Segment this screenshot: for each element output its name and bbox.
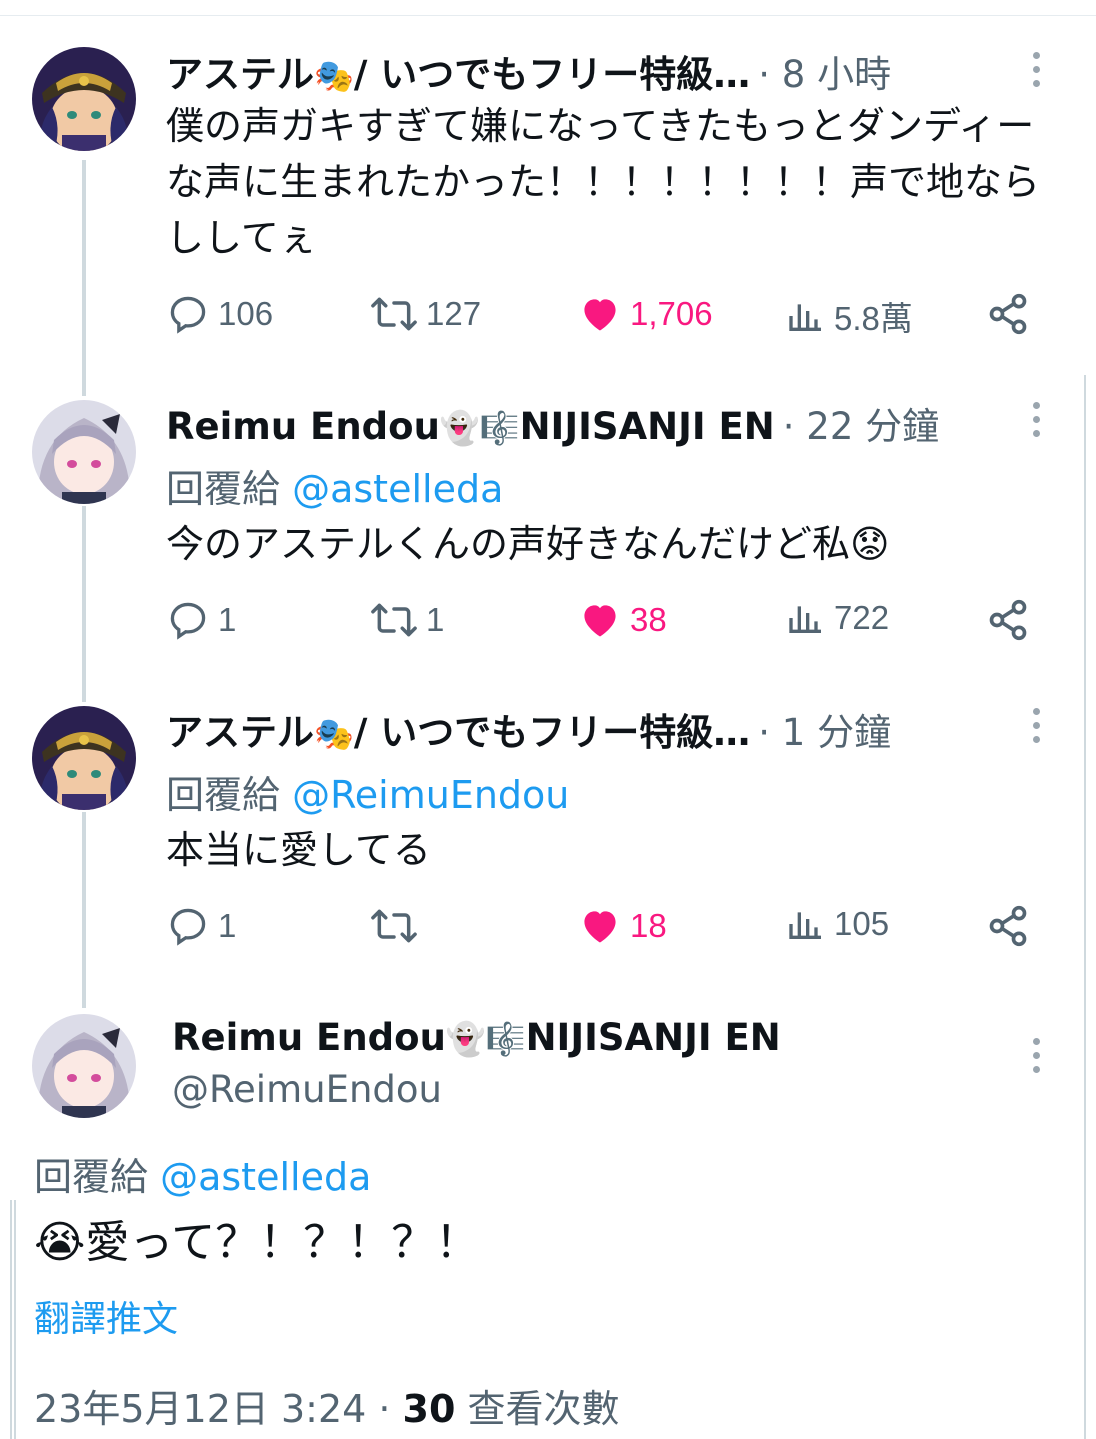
reply-icon xyxy=(170,602,206,640)
retweet-icon xyxy=(371,603,417,637)
views-icon xyxy=(789,606,821,633)
share-button[interactable] xyxy=(986,904,1030,948)
like-button[interactable]: 38 xyxy=(578,598,667,642)
reply-button[interactable]: 1 xyxy=(166,598,236,642)
retweet-button[interactable]: 127 xyxy=(370,292,481,336)
reply-to: 回覆給 @astelleda xyxy=(166,458,503,513)
tweet[interactable]: アステル 🎭 / いつでもフリー特級… · 8 小時 僕の声ガキすぎて嫌になって… xyxy=(0,0,1080,370)
reply-prefix: 回覆給 xyxy=(166,773,293,817)
share-button[interactable] xyxy=(986,292,1030,336)
author-handle[interactable]: @ReimuEndou xyxy=(172,1068,442,1111)
tweet-text: 僕の声ガキすぎて嫌になってきたもっとダンディーな声に生まれたかった！！！！！！！… xyxy=(166,104,1041,260)
tweet-text: 今のアステルくんの声好きなんだけど私😟 xyxy=(166,522,890,566)
reply-prefix: 回覆給 xyxy=(166,467,293,511)
retweet-button[interactable] xyxy=(370,904,426,948)
views-count: 5.8萬 xyxy=(834,300,913,337)
mention-link[interactable]: @astelleda xyxy=(160,1155,371,1199)
author-name[interactable]: Reimu Endou xyxy=(166,405,440,448)
reply-count: 1 xyxy=(218,601,237,638)
timestamp[interactable]: · 1 分鐘 xyxy=(758,702,891,756)
reply-icon xyxy=(170,908,206,946)
reply-to: 回覆給 @ReimuEndou xyxy=(166,764,569,819)
tweet-footer: 23年5月12日 3:24 · 30 查看次數 xyxy=(34,1378,620,1433)
retweet-icon xyxy=(371,909,417,943)
retweet-count: 1 xyxy=(426,601,445,638)
author-name-text: Reimu Endou xyxy=(172,1016,446,1059)
like-count: 1,706 xyxy=(630,295,713,332)
tweet-text: 😭愛って？！？！？！ xyxy=(34,1217,480,1268)
avatar[interactable] xyxy=(32,706,136,810)
author-name[interactable]: アステル xyxy=(166,702,314,756)
heart-icon xyxy=(584,299,616,331)
retweet-count: 127 xyxy=(426,295,482,332)
more-icon[interactable] xyxy=(1028,1038,1044,1073)
author-name-suffix[interactable]: / いつでもフリー特級… xyxy=(354,702,750,756)
mention-link[interactable]: @ReimuEndou xyxy=(292,773,569,817)
action-bar: 1 1 38 722 xyxy=(166,598,1036,648)
reply-to: 回覆給 @astelleda xyxy=(34,1146,371,1201)
left-edge-bar xyxy=(10,1200,16,1439)
scrollbar[interactable] xyxy=(1084,375,1096,1439)
timestamp[interactable]: · 22 分鐘 xyxy=(783,396,939,450)
views-count: 105 xyxy=(834,905,890,942)
author-name-suffix[interactable]: / いつでもフリー特級… xyxy=(354,44,750,98)
avatar[interactable] xyxy=(32,400,136,504)
author-emoji: 👻🎼 xyxy=(439,409,520,447)
more-icon[interactable] xyxy=(1028,708,1044,743)
like-count: 38 xyxy=(630,601,667,638)
views-button[interactable]: 105 xyxy=(786,904,889,944)
views-count: 722 xyxy=(834,599,890,636)
views-button[interactable]: 5.8萬 xyxy=(786,292,913,340)
tweet-header: アステル 🎭 / いつでもフリー特級… · 1 分鐘 xyxy=(166,702,891,762)
share-button[interactable] xyxy=(986,598,1030,642)
tweet-header: Reimu Endou 👻🎼 NIJISANJI EN · 22 分鐘 xyxy=(166,396,939,456)
like-button[interactable]: 1,706 xyxy=(578,292,713,336)
action-bar: 106 127 1,706 5.8萬 xyxy=(166,292,1036,342)
main-tweet: Reimu Endou👻🎼NIJISANJI EN @ReimuEndou 回覆… xyxy=(0,1000,1080,1439)
author-name-suffix: NIJISANJI EN xyxy=(525,1016,781,1059)
views-button[interactable]: 722 xyxy=(786,598,889,638)
like-button[interactable]: 18 xyxy=(578,904,667,948)
reply-button[interactable]: 1 xyxy=(166,904,236,948)
tweet[interactable]: Reimu Endou 👻🎼 NIJISANJI EN · 22 分鐘 回覆給 … xyxy=(0,380,1080,680)
views-label: 查看次數 xyxy=(455,1387,620,1431)
tweet-header: アステル 🎭 / いつでもフリー特級… · 8 小時 xyxy=(166,44,891,104)
heart-icon xyxy=(584,911,616,943)
retweet-icon xyxy=(371,297,417,331)
author-emoji: 🎭 xyxy=(314,57,354,95)
heart-icon xyxy=(584,605,616,637)
author-name-suffix[interactable]: NIJISANJI EN xyxy=(520,405,775,448)
author-name[interactable]: アステル xyxy=(166,44,314,98)
timestamp[interactable]: · 8 小時 xyxy=(758,44,891,98)
more-icon[interactable] xyxy=(1028,402,1044,437)
retweet-button[interactable]: 1 xyxy=(370,598,444,642)
tweet-date[interactable]: 23年5月12日 3:24 · xyxy=(34,1387,403,1431)
reply-button[interactable]: 106 xyxy=(166,292,273,336)
mention-link[interactable]: @astelleda xyxy=(292,467,503,511)
share-icon xyxy=(989,905,1027,947)
author-name[interactable]: Reimu Endou👻🎼NIJISANJI EN xyxy=(172,1016,781,1059)
tweet[interactable]: アステル 🎭 / いつでもフリー特級… · 1 分鐘 回覆給 @ReimuEnd… xyxy=(0,686,1080,986)
tweet-text: 本当に愛してる xyxy=(166,828,431,872)
translate-link[interactable]: 翻譯推文 xyxy=(34,1290,178,1342)
share-icon xyxy=(989,599,1027,641)
reply-icon xyxy=(170,296,206,334)
views-icon xyxy=(789,912,821,939)
share-icon xyxy=(989,293,1027,335)
reply-count: 1 xyxy=(218,907,237,944)
reply-prefix: 回覆給 xyxy=(34,1155,161,1199)
views-count: 30 xyxy=(402,1387,456,1431)
views-icon xyxy=(789,304,821,331)
more-icon[interactable] xyxy=(1028,52,1044,87)
avatar[interactable] xyxy=(32,47,136,151)
action-bar: 1 18 105 xyxy=(166,904,1036,954)
author-emoji: 👻🎼 xyxy=(445,1020,526,1058)
like-count: 18 xyxy=(630,907,667,944)
author-emoji: 🎭 xyxy=(314,715,354,753)
avatar[interactable] xyxy=(32,1014,136,1118)
reply-count: 106 xyxy=(218,295,274,332)
